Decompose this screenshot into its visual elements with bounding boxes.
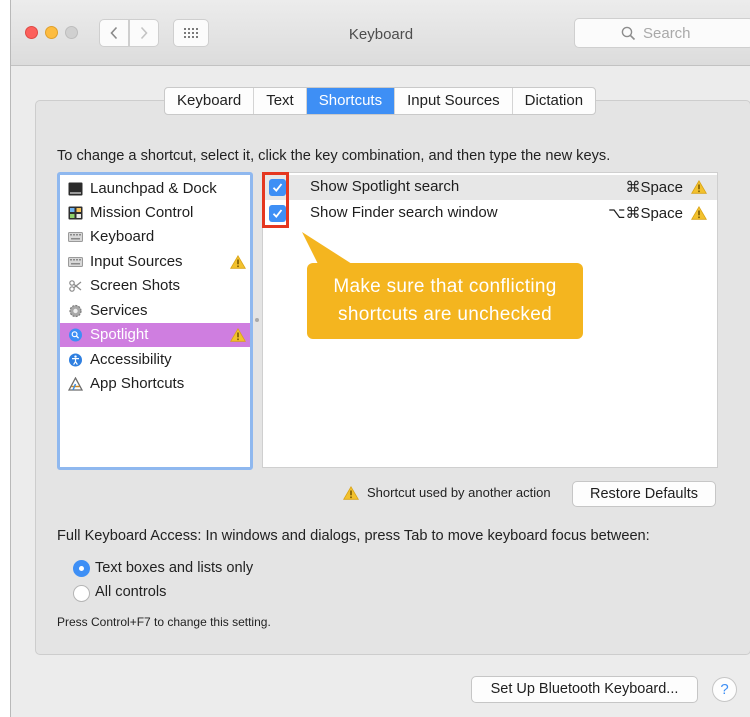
warning-icon [343, 486, 359, 500]
shortcut-label: Show Finder search window [310, 204, 498, 221]
input-sources-icon [68, 257, 83, 267]
tab-bar: Keyboard Text Shortcuts Input Sources Di… [164, 87, 597, 115]
warning-icon [691, 180, 707, 194]
keyboard-access-hint: Press Control+F7 to change this setting. [57, 615, 271, 629]
sidebar-item-keyboard[interactable]: Keyboard [60, 225, 250, 249]
tab-keyboard[interactable]: Keyboard [165, 88, 255, 114]
sidebar-item-screen-shots[interactable]: Screen Shots [60, 274, 250, 298]
split-view-divider[interactable] [255, 318, 259, 322]
sidebar-item-label: Screen Shots [90, 277, 181, 294]
tab-dictation[interactable]: Dictation [513, 88, 595, 114]
shortcut-label: Show Spotlight search [310, 178, 460, 195]
radio-label-all-controls[interactable]: All controls [95, 584, 166, 600]
radio-label-text-boxes-lists[interactable]: Text boxes and lists only [95, 560, 253, 576]
search-icon [621, 26, 636, 41]
shortcut-category-list: Launchpad & Dock Mission Control Keyboar… [57, 172, 253, 470]
sidebar-item-spotlight[interactable]: Spotlight [60, 323, 250, 347]
screenshot-icon [69, 280, 82, 292]
tab-input-sources[interactable]: Input Sources [395, 88, 513, 114]
radio-text-boxes-lists[interactable] [73, 560, 90, 577]
spotlight-icon [69, 328, 82, 342]
sidebar-item-label: App Shortcuts [90, 375, 185, 392]
sidebar-item-label: Mission Control [90, 204, 194, 221]
sidebar-item-label: Keyboard [90, 228, 155, 245]
shortcut-row-show-spotlight-search[interactable]: Show Spotlight search ⌘Space [263, 175, 717, 200]
keyboard-icon [68, 232, 83, 242]
annotation-callout: Make sure that conflicting shortcuts are… [307, 263, 583, 339]
tab-shortcuts[interactable]: Shortcuts [306, 88, 396, 114]
accessibility-icon [69, 353, 82, 367]
sidebar-item-services[interactable]: Services [60, 299, 250, 323]
radio-all-controls[interactable] [73, 585, 90, 602]
restore-defaults-button[interactable]: Restore Defaults [572, 481, 716, 507]
warning-icon [230, 328, 246, 342]
sidebar-item-app-shortcuts[interactable]: App Shortcuts [60, 372, 250, 396]
warning-icon [691, 206, 707, 220]
sidebar-item-input-sources[interactable]: Input Sources [60, 250, 250, 274]
callout-line-2: shortcuts are unchecked [338, 304, 552, 325]
sidebar-item-accessibility[interactable]: Accessibility [60, 348, 250, 372]
shortcut-key[interactable]: ⌘Space [625, 178, 683, 196]
sidebar-item-label: Launchpad & Dock [90, 180, 217, 197]
conflict-legend-text: Shortcut used by another action [367, 485, 551, 500]
sidebar-item-label: Spotlight [90, 326, 149, 343]
callout-text: Make sure that conflicting shortcuts are… [307, 273, 583, 329]
warning-icon [230, 255, 246, 269]
mission-control-icon [68, 206, 83, 220]
search-input[interactable]: Search [574, 18, 750, 48]
set-up-bluetooth-keyboard-button[interactable]: Set Up Bluetooth Keyboard... [471, 676, 698, 703]
help-button[interactable]: ? [712, 677, 737, 702]
gear-icon [69, 304, 82, 318]
callout-line-1: Make sure that conflicting [333, 276, 557, 297]
sidebar-item-label: Accessibility [90, 351, 172, 368]
launchpad-icon [68, 182, 83, 196]
app-shortcuts-icon [68, 377, 83, 391]
full-keyboard-access-label: Full Keyboard Access: In windows and dia… [57, 528, 650, 544]
sidebar-item-launchpad-dock[interactable]: Launchpad & Dock [60, 177, 250, 201]
title-bar: Keyboard Search [11, 0, 750, 66]
shortcut-row-show-finder-search-window[interactable]: Show Finder search window ⌥⌘Space [263, 201, 717, 226]
search-placeholder: Search [643, 25, 691, 42]
sidebar-item-label: Services [90, 302, 148, 319]
checkbox-highlight-annotation [262, 172, 289, 228]
shortcut-key[interactable]: ⌥⌘Space [608, 204, 683, 222]
instruction-text: To change a shortcut, select it, click t… [57, 148, 611, 164]
sidebar-item-mission-control[interactable]: Mission Control [60, 201, 250, 225]
tab-text[interactable]: Text [254, 88, 307, 114]
sidebar-item-label: Input Sources [90, 253, 183, 270]
